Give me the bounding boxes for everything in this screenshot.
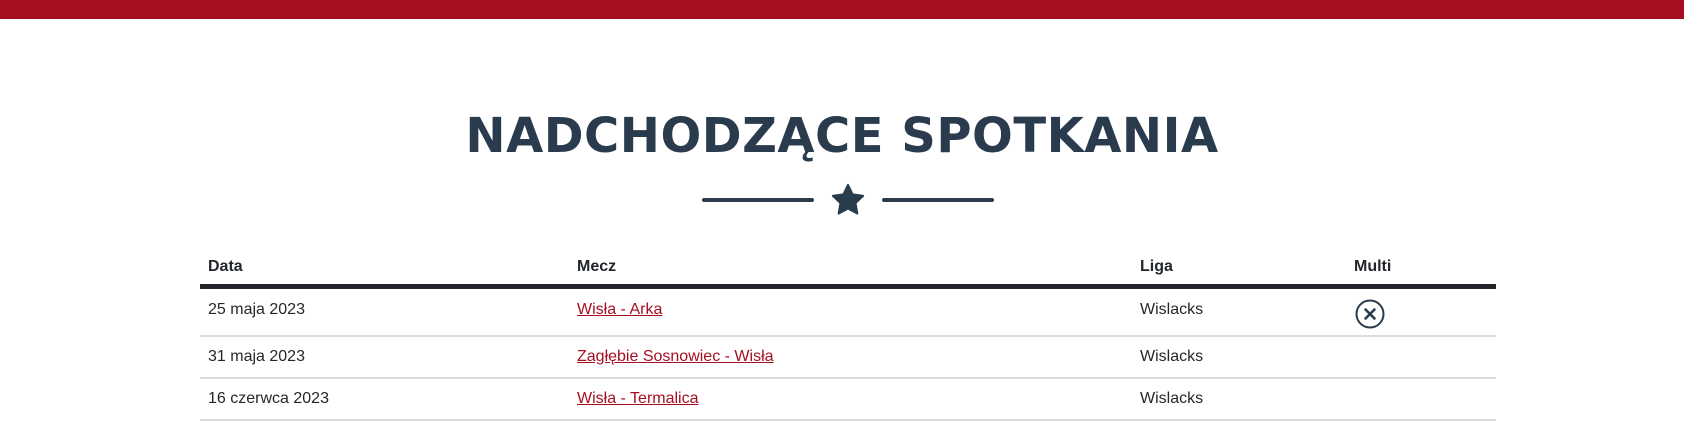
divider-line-right xyxy=(882,198,994,202)
match-link[interactable]: Wisła - Arka xyxy=(577,301,662,319)
match-league: Wislacks xyxy=(1140,301,1204,318)
table-row: 25 maja 2023 Wisła - Arka Wislacks xyxy=(200,289,1496,337)
match-link[interactable]: Wisła - Termalica xyxy=(577,390,699,408)
match-league: Wislacks xyxy=(1140,390,1204,407)
page-title: NADCHODZĄCE SPOTKANIA xyxy=(465,108,1219,164)
table-header: Data Mecz Liga Multi xyxy=(200,252,1496,289)
match-league: Wislacks xyxy=(1140,348,1204,365)
match-date: 25 maja 2023 xyxy=(208,301,305,318)
column-header-multi: Multi xyxy=(1354,258,1392,275)
table-row: 31 maja 2023 Zagłębie Sosnowiec - Wisła … xyxy=(200,337,1496,379)
close-circle-icon[interactable] xyxy=(1354,298,1386,330)
match-date: 31 maja 2023 xyxy=(208,348,305,365)
top-accent-bar xyxy=(0,0,1684,19)
table-row: 16 czerwca 2023 Wisła - Termalica Wislac… xyxy=(200,379,1496,421)
matches-table: Data Mecz Liga Multi 25 maja 2023 Wisła … xyxy=(200,252,1496,421)
match-date: 16 czerwca 2023 xyxy=(208,390,329,407)
column-header-league: Liga xyxy=(1140,258,1173,275)
star-icon xyxy=(831,183,865,215)
divider-line-left xyxy=(702,198,814,202)
match-link[interactable]: Zagłębie Sosnowiec - Wisła xyxy=(577,348,774,366)
title-divider xyxy=(0,180,1684,220)
column-header-date: Data xyxy=(208,258,243,275)
column-header-match: Mecz xyxy=(577,258,617,275)
